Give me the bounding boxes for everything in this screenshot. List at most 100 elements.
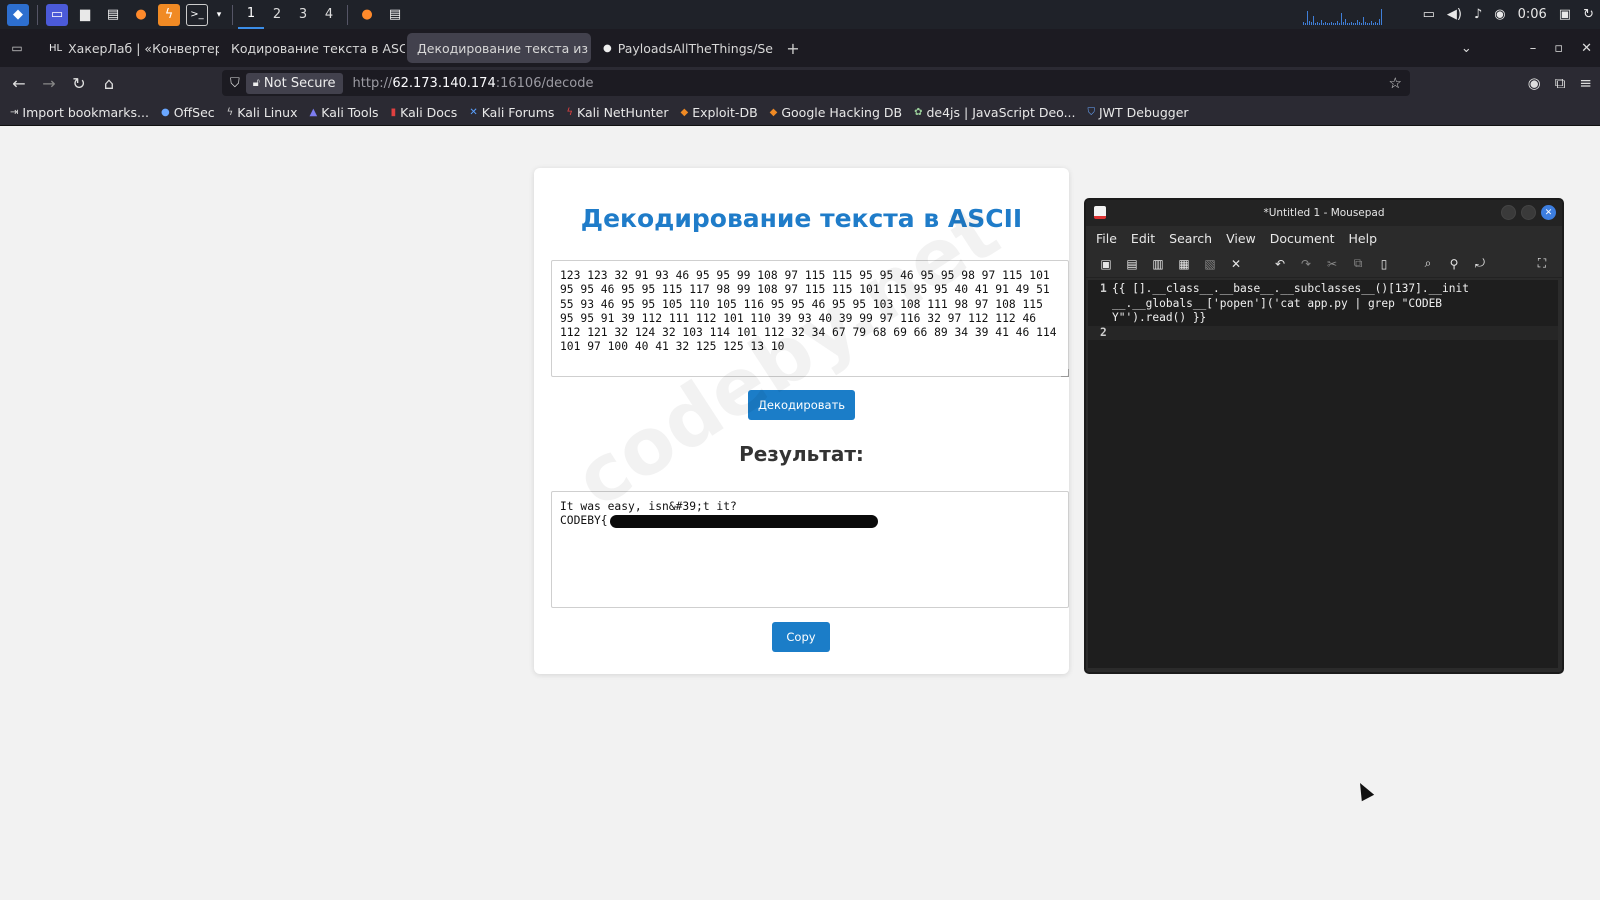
notifications-bell-icon[interactable]: ♪ [1474,7,1482,22]
back-icon[interactable]: ← [4,69,34,97]
paste-icon[interactable]: ▯ [1376,257,1392,271]
menu-icon[interactable]: ≡ [1579,74,1592,92]
menu-edit[interactable]: Edit [1131,231,1155,246]
result-line-2: CODEBY{ [560,514,608,528]
copy-icon[interactable]: ⧉ [1350,256,1366,271]
copy-button[interactable]: Copy [772,622,830,652]
kali-menu-icon[interactable]: ◆ [7,3,29,26]
bookmark-kali-docs[interactable]: ▮ Kali Docs [391,105,458,120]
find-replace-icon[interactable]: ⚲ [1446,257,1462,271]
workspace-1[interactable]: 1 [238,0,264,29]
line-number: 1 [1100,282,1107,295]
burp-icon[interactable]: ϟ [158,3,180,26]
file-manager-icon[interactable]: ▆ [74,4,96,26]
maximize-icon[interactable]: ▫ [1554,41,1563,56]
shield-icon[interactable]: ⛉ [230,76,240,91]
github-icon: ● [603,42,612,54]
import-icon: ⇥ [10,106,19,118]
close-window-icon[interactable]: ✕ [1581,41,1592,56]
tab-hackerlab[interactable]: HL ХакерЛаб | «Конвертер» ✕ [39,33,219,63]
new-tab-icon[interactable]: + [782,37,804,59]
bookmark-import[interactable]: ⇥ Import bookmarks... [10,105,149,120]
decode-button[interactable]: Декодировать [748,390,855,420]
line-text[interactable]: {{ [].__class__.__base__.__subclasses__(… [1112,282,1472,326]
bookmark-star-icon[interactable]: ☆ [1389,74,1402,92]
chevron-down-icon[interactable]: ▾ [214,4,224,26]
close-icon[interactable]: ✕ [1541,205,1556,220]
revert-icon[interactable]: ▧ [1202,257,1218,271]
minimize-icon[interactable]: – [1530,41,1537,56]
goto-line-icon[interactable]: ⤾ [1472,256,1488,271]
tab-payloads[interactable]: ● PayloadsAllTheThings/Se ✕ [593,33,777,63]
editor-line[interactable]: 1 {{ [].__class__.__base__.__subclasses_… [1088,280,1558,326]
display-icon[interactable]: ▭ [1423,7,1435,22]
sidebar-toggle-icon[interactable]: ▭ [6,37,28,59]
tab-encode-ascii[interactable]: Кодирование текста в ASCII ✕ [221,33,405,63]
forward-icon[interactable]: → [34,69,64,97]
reload-icon[interactable]: ↻ [64,69,94,97]
menu-search[interactable]: Search [1169,231,1212,246]
workspace-4[interactable]: 4 [316,0,342,29]
terminal-icon[interactable]: >_ [186,3,208,26]
bookmark-kali-tools[interactable]: ▲ Kali Tools [310,105,379,120]
lock-icon[interactable]: ▣ [1559,7,1571,22]
close-document-icon[interactable]: ✕ [1228,257,1244,271]
bookmark-jwt-debugger[interactable]: ⛉ JWT Debugger [1088,105,1189,120]
line-text[interactable] [1112,326,1472,341]
not-secure-badge[interactable]: 🔓︎ Not Secure [245,72,343,94]
url-bar[interactable]: ⛉ 🔓︎ Not Secure http://62.173.140.174:16… [222,70,1410,96]
home-icon[interactable]: ⌂ [94,69,124,97]
bookmark-kali-forums[interactable]: ✕ Kali Forums [469,105,554,120]
result-textarea[interactable]: It was easy, isn&#39;t it? CODEBY{ [551,491,1069,608]
save-icon[interactable]: ▥ [1150,257,1166,271]
bookmark-exploit-db[interactable]: ◆ Exploit-DB [681,105,758,120]
ghdb-icon: ◆ [769,106,778,118]
refresh-icon[interactable]: ↻ [1583,7,1594,22]
page-title: Декодирование текста в ASCII [580,204,1023,233]
url-path: :16106/decode [495,75,594,91]
redo-icon[interactable]: ↷ [1298,257,1314,271]
mousepad-titlebar[interactable]: *Untitled 1 - Mousepad ✕ [1086,200,1562,226]
mousepad-editor[interactable]: 1 {{ [].__class__.__base__.__subclasses_… [1088,280,1558,668]
mousepad-toolbar: ▣ ▤ ▥ ▦ ▧ ✕ ↶ ↷ ✂ ⧉ ▯ ⌕ ⚲ ⤾ ⛶ [1086,250,1562,278]
desktop-icon[interactable]: ▭ [46,3,68,26]
bookmark-label: Import bookmarks... [22,104,149,120]
resize-handle[interactable] [1061,369,1069,377]
menu-help[interactable]: Help [1349,231,1378,246]
tab-label: PayloadsAllTheThings/Se [617,40,773,56]
firefox-window-icon[interactable]: ● [356,4,378,26]
workspace-2[interactable]: 2 [264,0,290,29]
new-document-icon[interactable]: ▣ [1098,257,1114,271]
find-icon[interactable]: ⌕ [1420,256,1436,271]
tab-label: Кодирование текста в ASCII [231,40,405,56]
bookmark-kali-linux[interactable]: ϟ Kali Linux [227,105,298,120]
volume-icon[interactable]: ◀) [1447,7,1462,22]
bookmark-ghdb[interactable]: ◆ Google Hacking DB [770,105,902,120]
save-as-icon[interactable]: ▦ [1176,257,1192,271]
workspace-3[interactable]: 3 [290,0,316,29]
minimize-icon[interactable] [1501,205,1516,220]
maximize-icon[interactable] [1521,205,1536,220]
text-editor-icon[interactable]: ▤ [102,4,124,26]
tab-list-chevron-icon[interactable]: ⌄ [1461,41,1472,56]
bookmark-label: OffSec [173,104,215,120]
extensions-icon[interactable]: ⧉ [1555,74,1566,92]
menu-file[interactable]: File [1096,231,1117,246]
open-file-icon[interactable]: ▤ [1124,257,1140,271]
menu-document[interactable]: Document [1270,231,1335,246]
undo-icon[interactable]: ↶ [1272,257,1288,271]
bookmark-kali-nethunter[interactable]: ϟ Kali NetHunter [566,105,668,120]
power-icon[interactable]: ◉ [1494,7,1505,22]
account-icon[interactable]: ◉ [1528,74,1541,92]
fullscreen-icon[interactable]: ⛶ [1534,256,1550,271]
ascii-input-textarea[interactable]: 123 123 32 91 93 46 95 95 99 108 97 115 … [551,260,1069,377]
bookmark-de4js[interactable]: ✿ de4js | JavaScript Deo... [914,105,1075,120]
tab-decode-ascii[interactable]: Декодирование текста из А ✕ [407,33,591,63]
menu-view[interactable]: View [1226,231,1256,246]
url-text[interactable]: http://62.173.140.174:16106/decode [353,76,594,91]
firefox-icon[interactable]: ● [130,4,152,26]
bookmark-offsec[interactable]: ● OffSec [161,105,215,120]
editor-line-current[interactable]: 2 [1088,325,1558,341]
cut-icon[interactable]: ✂ [1324,257,1340,271]
mousepad-window-icon[interactable]: ▤ [384,4,406,26]
